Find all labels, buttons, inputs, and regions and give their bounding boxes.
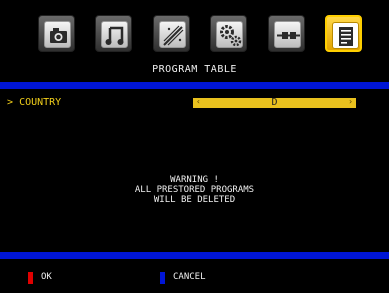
red-key-icon (28, 272, 33, 284)
country-label-text: COUNTRY (19, 97, 62, 108)
picture-icon[interactable] (38, 15, 75, 52)
country-value: D (271, 97, 278, 108)
menu-icon-bar: PROGRAM TABLE (0, 0, 389, 86)
country-select[interactable]: ‹ D › (193, 97, 356, 108)
cursor-icon: > (7, 97, 14, 108)
program-table-icon[interactable] (325, 15, 362, 52)
warning-line-1: WARNING ! (170, 175, 219, 185)
cancel-label: CANCEL (173, 272, 206, 282)
warning-line-2: ALL PRESTORED PROGRAMS (134, 185, 255, 195)
right-arrow-icon[interactable]: › (348, 97, 353, 106)
country-row[interactable]: > COUNTRY ‹ D › (0, 94, 389, 110)
country-label: > COUNTRY (7, 97, 61, 108)
ok-label: OK (41, 272, 52, 282)
warning-message: WARNING ! ALL PRESTORED PROGRAMS WILL BE… (0, 175, 389, 205)
top-divider-bar (0, 82, 389, 89)
page-title: PROGRAM TABLE (152, 64, 237, 75)
blue-key-icon (160, 272, 165, 284)
sound-icon[interactable] (95, 15, 132, 52)
setup-icon[interactable] (153, 15, 190, 52)
bottom-divider-bar (0, 252, 389, 259)
source-icon[interactable] (268, 15, 305, 52)
settings-icon[interactable] (210, 15, 247, 52)
warning-line-3: WILL BE DELETED (153, 195, 236, 205)
